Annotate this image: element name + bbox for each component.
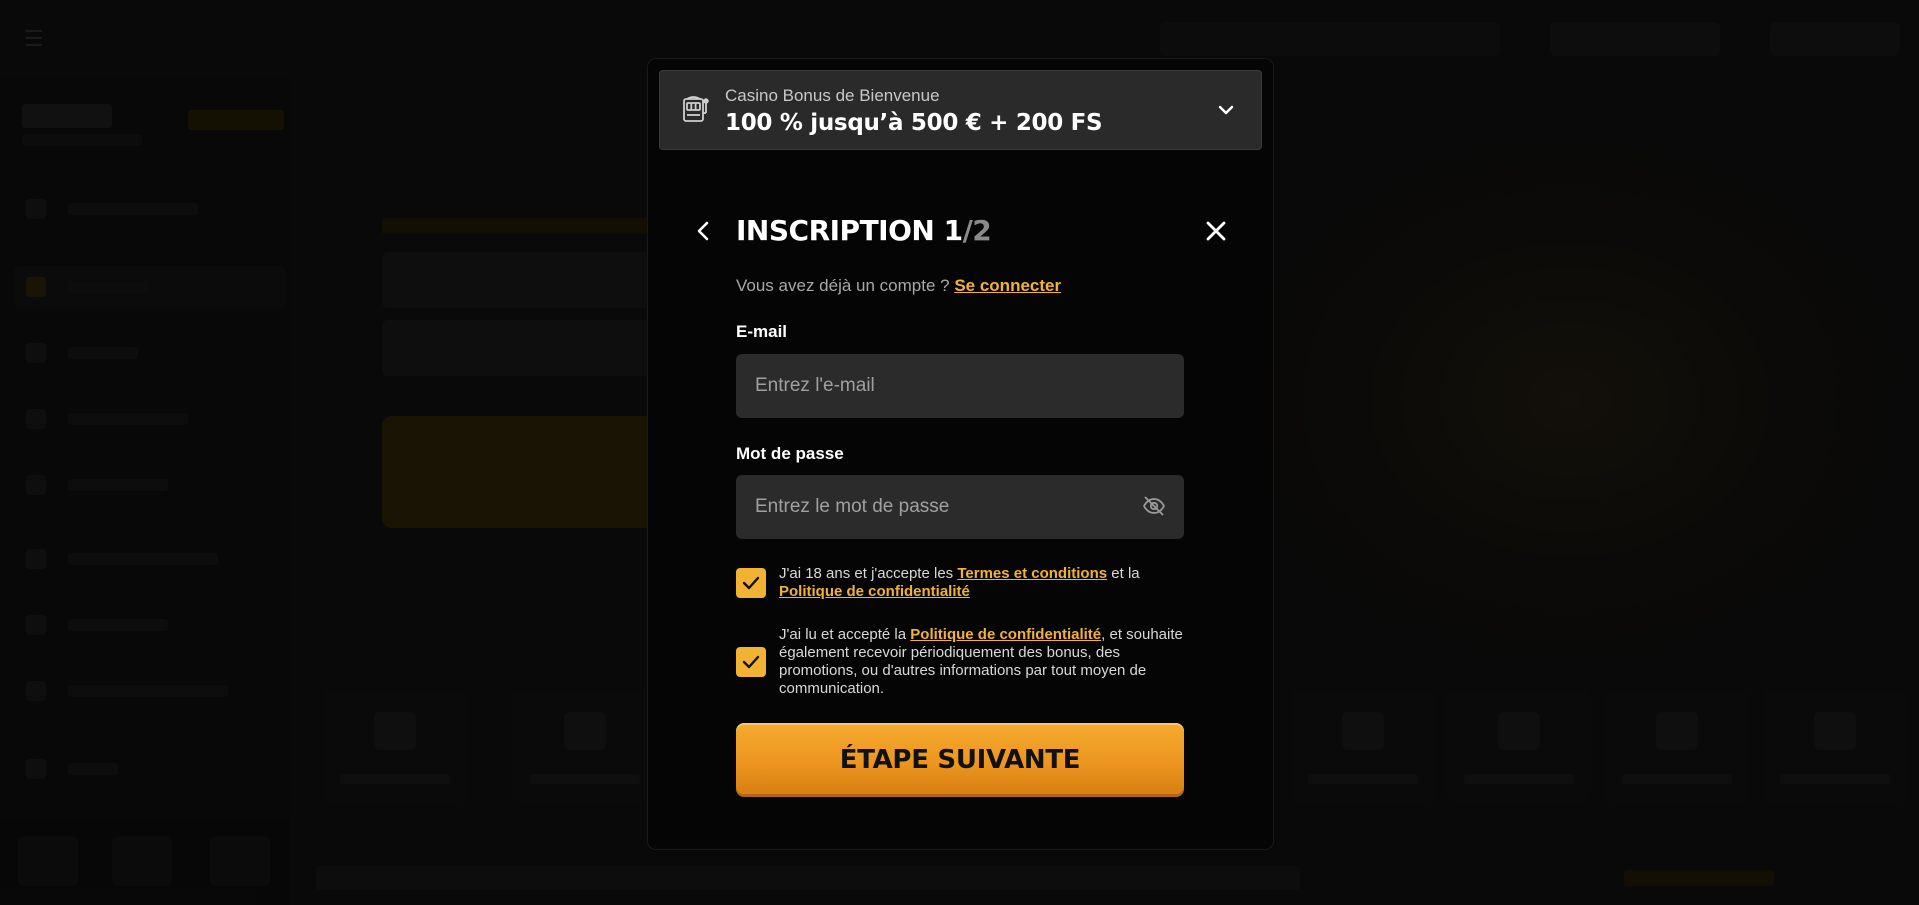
slot-machine-icon [681, 94, 711, 124]
terms-consent-text: J'ai 18 ans et j'accepte les Termes et c… [779, 565, 1189, 601]
marketing-checkbox[interactable] [736, 647, 766, 677]
back-button[interactable] [690, 217, 718, 245]
privacy-link[interactable]: Politique de confidentialité [779, 583, 970, 600]
marketing-consent-text: J'ai lu et accepté la Politique de confi… [779, 626, 1189, 698]
registration-step: INSCRIPTION 1 [736, 214, 963, 247]
password-label: Mot de passe [736, 444, 844, 463]
login-link[interactable]: Se connecter [954, 276, 1061, 295]
checkmark-icon [742, 576, 760, 590]
email-input[interactable] [736, 354, 1184, 418]
welcome-bonus-selector[interactable]: Casino Bonus de Bienvenue 100 % jusqu’à … [659, 70, 1262, 150]
bonus-title: Casino Bonus de Bienvenue [725, 86, 940, 105]
bonus-value: 100 % jusqu’à 500 € + 200 FS [725, 110, 1103, 136]
terms-checkbox[interactable] [736, 568, 766, 598]
terms-link[interactable]: Termes et conditions [957, 565, 1107, 582]
chevron-down-icon[interactable] [1216, 100, 1236, 120]
chevron-left-icon [697, 221, 709, 241]
have-account-prompt: Vous avez déjà un compte ? Se connecter [736, 276, 1061, 296]
terms-text-middle: et la [1107, 565, 1140, 582]
checkmark-icon [742, 655, 760, 669]
close-button[interactable] [1202, 217, 1230, 245]
registration-title: INSCRIPTION 1/2 [736, 214, 992, 247]
have-account-text: Vous avez déjà un compte ? [736, 276, 950, 295]
registration-step-total: /2 [962, 214, 992, 247]
terms-text-before: J'ai 18 ans et j'accepte les [779, 565, 958, 582]
next-step-button[interactable]: ÉTAPE SUIVANTE [736, 723, 1184, 797]
password-input[interactable] [736, 475, 1184, 539]
eye-off-icon[interactable] [1142, 494, 1166, 518]
registration-modal: Casino Bonus de Bienvenue 100 % jusqu’à … [648, 59, 1273, 849]
marketing-text-before: J'ai lu et accepté la [779, 626, 911, 643]
email-label: E-mail [736, 322, 788, 341]
marketing-privacy-link[interactable]: Politique de confidentialité [910, 626, 1101, 643]
close-icon [1206, 221, 1226, 241]
